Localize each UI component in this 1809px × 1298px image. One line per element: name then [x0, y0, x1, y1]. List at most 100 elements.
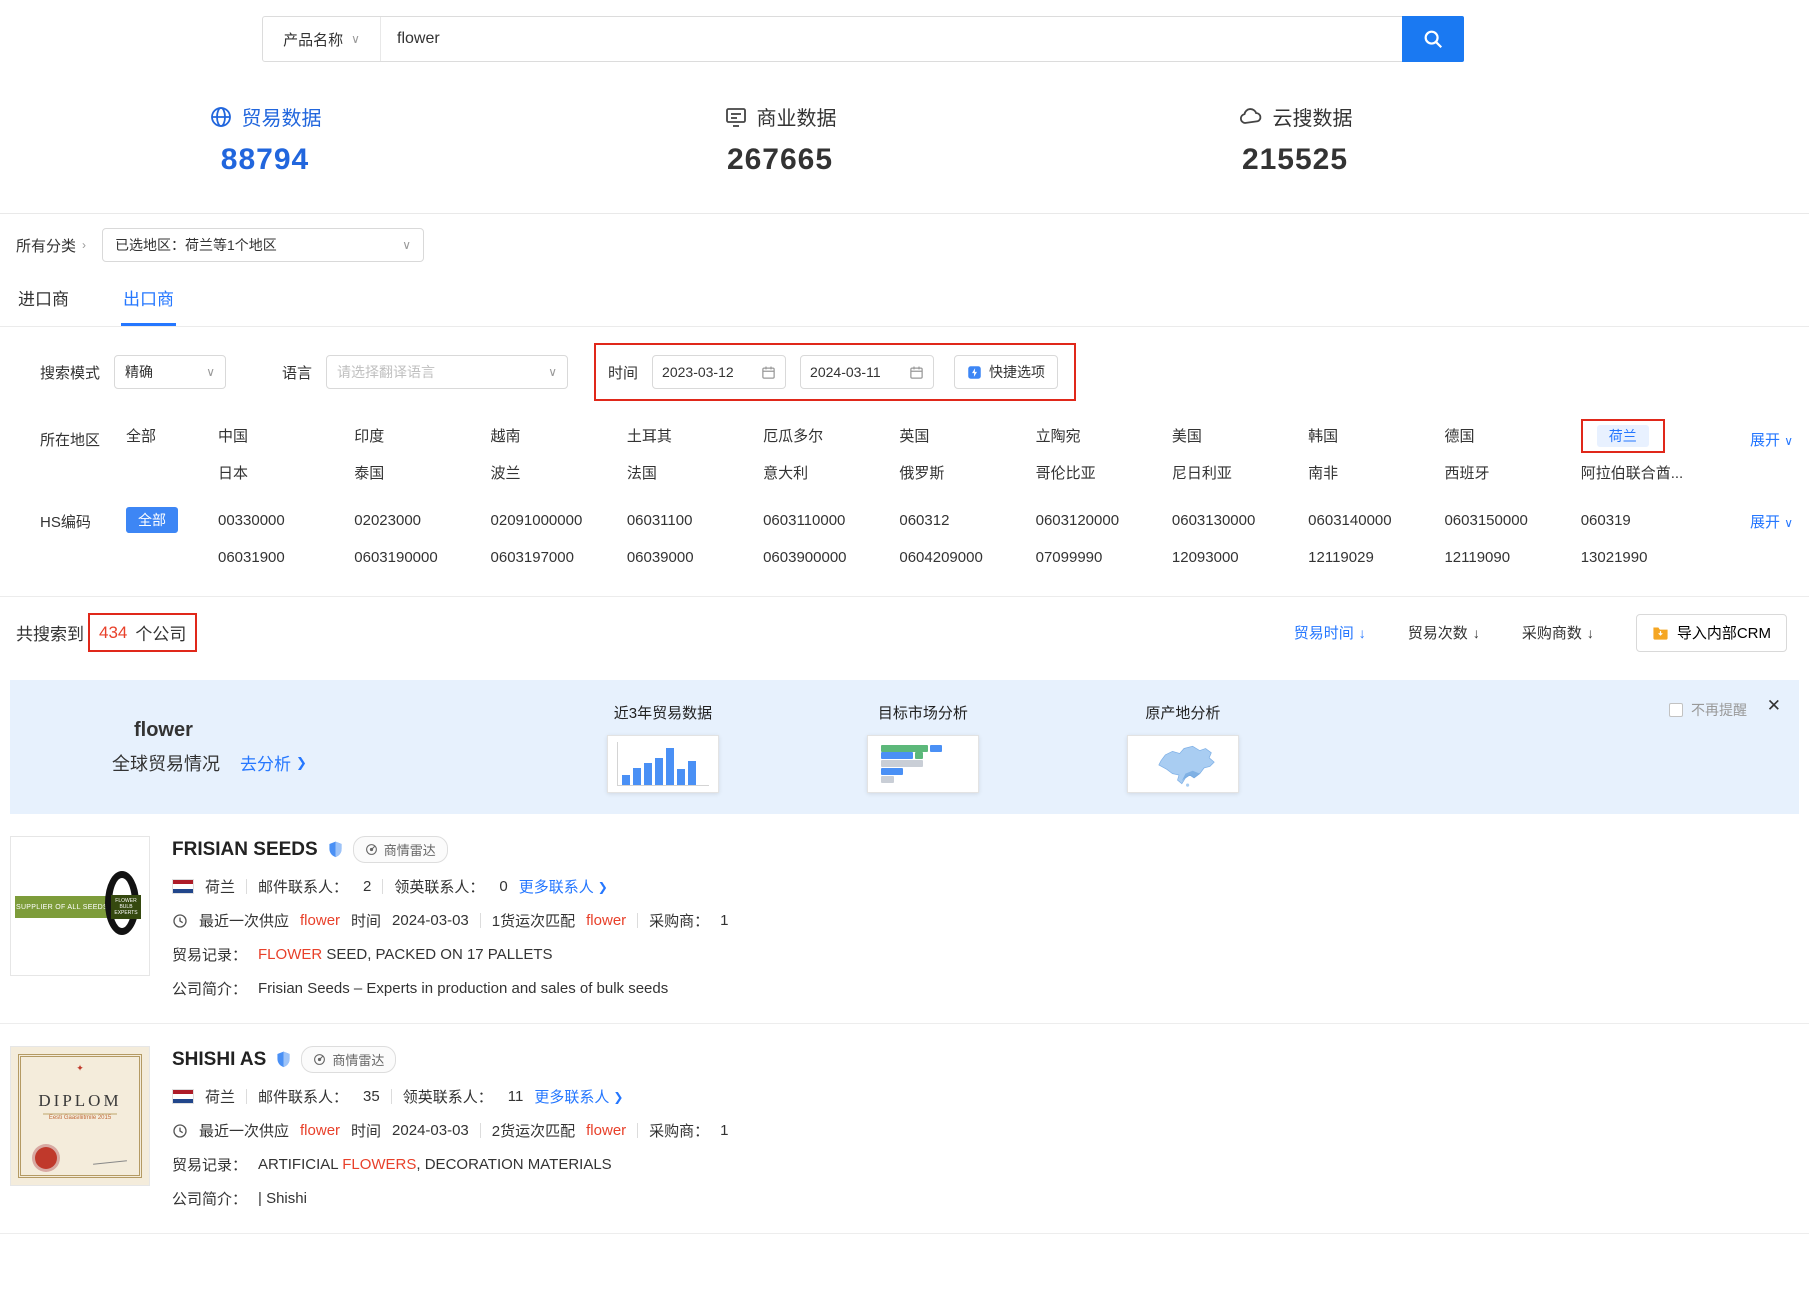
close-icon[interactable]: ✕: [1767, 696, 1781, 716]
company-country: 荷兰: [205, 876, 235, 897]
hs-option[interactable]: 0604209000: [899, 549, 1035, 566]
hs-option[interactable]: 07099990: [1036, 549, 1172, 566]
chevron-down-icon: ∨: [402, 238, 411, 252]
hs-option[interactable]: 00330000: [218, 512, 354, 529]
region-option[interactable]: 全部: [126, 425, 218, 446]
hs-option[interactable]: 12119029: [1308, 549, 1444, 566]
hs-option-all[interactable]: 全部: [126, 507, 178, 533]
import-crm-button[interactable]: 导入内部CRM: [1636, 614, 1787, 652]
region-expand-link[interactable]: 展开 ∨: [1717, 425, 1793, 483]
tab-exporter[interactable]: 出口商: [121, 272, 176, 326]
region-option[interactable]: 英国: [899, 425, 1035, 446]
stat-cloud-search-data[interactable]: 云搜数据 215525: [1210, 102, 1380, 177]
card-target-market[interactable]: 目标市场分析: [867, 702, 979, 793]
hs-option[interactable]: 06039000: [627, 549, 763, 566]
region-option[interactable]: 南非: [1308, 462, 1444, 483]
calendar-icon: [909, 365, 924, 380]
region-option[interactable]: 泰国: [354, 462, 490, 483]
region-option[interactable]: 厄瓜多尔: [763, 425, 899, 446]
region-option[interactable]: 俄罗斯: [899, 462, 1035, 483]
hs-expand-link[interactable]: 展开 ∨: [1717, 507, 1793, 566]
hs-option[interactable]: 12093000: [1172, 549, 1308, 566]
region-option[interactable]: 法国: [627, 462, 763, 483]
card-origin-analysis[interactable]: 原产地分析: [1127, 702, 1239, 793]
radar-badge[interactable]: 商情雷达: [353, 836, 448, 863]
stat-value: 88794: [180, 143, 350, 177]
stat-trade-data[interactable]: 贸易数据 88794: [180, 102, 350, 177]
dismiss-control[interactable]: 不再提醒: [1669, 700, 1747, 720]
hs-option[interactable]: 12119090: [1444, 549, 1580, 566]
more-contacts-link[interactable]: 更多联系人 ❯: [519, 876, 608, 897]
region-option[interactable]: 中国: [218, 425, 354, 446]
dismiss-checkbox[interactable]: [1669, 703, 1683, 717]
search-input[interactable]: [381, 17, 1402, 61]
hs-option[interactable]: 0603900000: [763, 549, 899, 566]
company-name[interactable]: FRISIAN SEEDS: [172, 839, 318, 861]
region-option[interactable]: 德国: [1444, 425, 1580, 446]
chevron-right-icon: ❯: [598, 880, 608, 894]
region-option[interactable]: 韩国: [1308, 425, 1444, 446]
calendar-icon: [761, 365, 776, 380]
sort-trade-count[interactable]: 贸易次数 ↓: [1408, 622, 1480, 643]
hs-option[interactable]: 02091000000: [491, 512, 627, 529]
hs-option[interactable]: 0603150000: [1444, 512, 1580, 529]
region-option[interactable]: 意大利: [763, 462, 899, 483]
hs-option[interactable]: 0603110000: [763, 512, 899, 529]
search-button[interactable]: [1402, 16, 1464, 62]
more-contacts-link[interactable]: 更多联系人 ❯: [534, 1086, 623, 1107]
time-label: 时间: [608, 362, 638, 383]
selected-region-dropdown[interactable]: 已选地区：荷兰等1个地区 ∨: [102, 228, 424, 262]
separator: [391, 1089, 392, 1104]
search-category-select[interactable]: 产品名称 ∨: [263, 17, 381, 61]
hs-option[interactable]: 0603140000: [1308, 512, 1444, 529]
region-option[interactable]: 西班牙: [1444, 462, 1580, 483]
radar-badge[interactable]: 商情雷达: [301, 1046, 396, 1073]
company-card: SUPPLIER OF ALL SEEDS FLOWER BULB EXPERT…: [0, 814, 1809, 1024]
recent-supply-date: 2024-03-03: [392, 912, 469, 929]
hs-option[interactable]: 06031100: [627, 512, 763, 529]
hs-option[interactable]: 02023000: [354, 512, 490, 529]
quick-options-button[interactable]: 快捷选项: [954, 355, 1058, 389]
trade-record-text: ARTIFICIAL FLOWERS, DECORATION MATERIALS: [258, 1156, 612, 1173]
hs-option[interactable]: 0603120000: [1036, 512, 1172, 529]
sort-trade-time[interactable]: 贸易时间 ↓: [1294, 622, 1366, 643]
region-option[interactable]: 波兰: [491, 462, 627, 483]
stat-business-data[interactable]: 商业数据 267665: [695, 102, 865, 177]
go-analyze-link[interactable]: 去分析 ❯: [240, 750, 307, 775]
hs-option[interactable]: 06031900: [218, 549, 354, 566]
language-select[interactable]: 请选择翻译语言 ∨: [326, 355, 568, 389]
region-option[interactable]: 土耳其: [627, 425, 763, 446]
hs-option[interactable]: 060312: [899, 512, 1035, 529]
region-option[interactable]: 哥伦比亚: [1036, 462, 1172, 483]
search-bar-section: 产品名称 ∨: [0, 0, 1809, 62]
region-option[interactable]: 日本: [218, 462, 354, 483]
region-option[interactable]: 美国: [1172, 425, 1308, 446]
hs-option[interactable]: 0603197000: [491, 549, 627, 566]
sort-buyer-count[interactable]: 采购商数 ↓: [1522, 622, 1594, 643]
china-map-thumbnail: [1137, 742, 1229, 788]
region-option[interactable]: 阿拉伯联合酋...: [1581, 462, 1717, 483]
region-option[interactable]: 印度: [354, 425, 490, 446]
card-trade-3yr[interactable]: 近3年贸易数据: [607, 702, 719, 793]
region-option-netherlands[interactable]: 荷兰: [1597, 425, 1649, 447]
region-option[interactable]: 尼日利亚: [1172, 462, 1308, 483]
logo-banner-text: SUPPLIER OF ALL SEEDS: [15, 896, 109, 918]
hs-option[interactable]: 0603130000: [1172, 512, 1308, 529]
sort-desc-icon: ↓: [1359, 625, 1366, 641]
buyers-label: 采购商：: [649, 910, 709, 931]
date-to-input[interactable]: 2024-03-11: [800, 355, 934, 389]
hs-option[interactable]: 13021990: [1581, 549, 1717, 566]
region-option[interactable]: 立陶宛: [1036, 425, 1172, 446]
search-icon: [1422, 28, 1444, 50]
region-option[interactable]: 越南: [491, 425, 627, 446]
search-mode-select[interactable]: 精确 ∨: [114, 355, 226, 389]
date-from-input[interactable]: 2023-03-12: [652, 355, 786, 389]
hs-option[interactable]: 060319: [1581, 512, 1717, 529]
email-contacts-count: 35: [363, 1088, 380, 1105]
company-name[interactable]: SHISHI AS: [172, 1049, 266, 1071]
tab-importer[interactable]: 进口商: [16, 272, 71, 326]
region-row-2: 日本 泰国 波兰 法国 意大利 俄罗斯 哥伦比亚 尼日利亚 南非 西班牙 阿拉伯…: [126, 462, 1717, 483]
hs-option[interactable]: 0603190000: [354, 549, 490, 566]
breadcrumb-all-categories[interactable]: 所有分类 ›: [16, 235, 86, 256]
region-filter-label: 所在地区: [40, 425, 126, 483]
